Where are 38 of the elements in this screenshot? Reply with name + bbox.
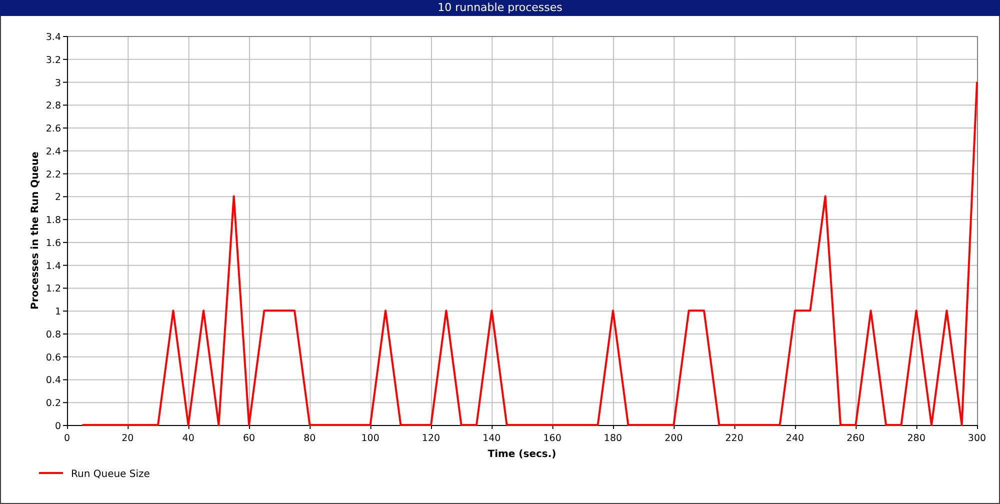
axis-tick-label: 160 <box>543 433 562 444</box>
axis-tick-label: 80 <box>304 433 316 444</box>
axis-tick-label: 1 <box>54 306 61 318</box>
axis-tick-label: 3.2 <box>46 54 61 66</box>
axis-tick-label: 60 <box>242 433 256 444</box>
axis-tick-label: 3.4 <box>46 32 61 43</box>
axis-tick-label: 300 <box>968 433 986 444</box>
x-axis-title: Time (secs.) <box>488 449 556 460</box>
axis-tick-label: 1.2 <box>46 284 61 295</box>
axis-tick-label: 120 <box>422 433 440 444</box>
axis-tick-label: 2.2 <box>46 169 61 180</box>
window-title: 10 runnable processes <box>438 1 562 14</box>
axis-tick-label: 2.8 <box>46 100 61 112</box>
axis-tick-label: 1.6 <box>46 238 61 249</box>
axis-tick-label: 1.8 <box>46 215 61 226</box>
axis-tick-label: 100 <box>361 433 380 444</box>
axis-tick-label: 140 <box>482 433 501 444</box>
axis-tick-label: 1.4 <box>46 260 61 272</box>
axis-tick-label: 200 <box>664 433 683 444</box>
axis-tick-label: 20 <box>122 433 134 444</box>
axis-tick-label: 2 <box>54 192 61 204</box>
axis-tick-label: 40 <box>182 433 194 444</box>
axis-tick-label: 0.2 <box>46 398 61 410</box>
axis-tick-label: 2.6 <box>46 124 61 135</box>
y-axis-title: Processes in the Run Queue <box>30 152 41 310</box>
axis-tick-label: 0.4 <box>46 375 61 386</box>
axis-tick-label: 2.4 <box>46 146 61 158</box>
axis-tick-label: 260 <box>846 433 865 444</box>
axis-tick-label: 0 <box>54 421 61 432</box>
axis-tick-label: 220 <box>725 433 744 444</box>
axis-tick-label: 240 <box>786 433 804 444</box>
legend-label: Run Queue Size <box>71 469 150 480</box>
axis-tick-label: 180 <box>604 433 622 444</box>
axis-tick-label: 0 <box>64 433 70 444</box>
axis-tick-label: 280 <box>907 433 926 444</box>
axis-tick-label: 0.8 <box>46 329 61 340</box>
axis-tick-label: 0.6 <box>46 352 61 364</box>
axis-tick-label: 3 <box>54 78 61 89</box>
